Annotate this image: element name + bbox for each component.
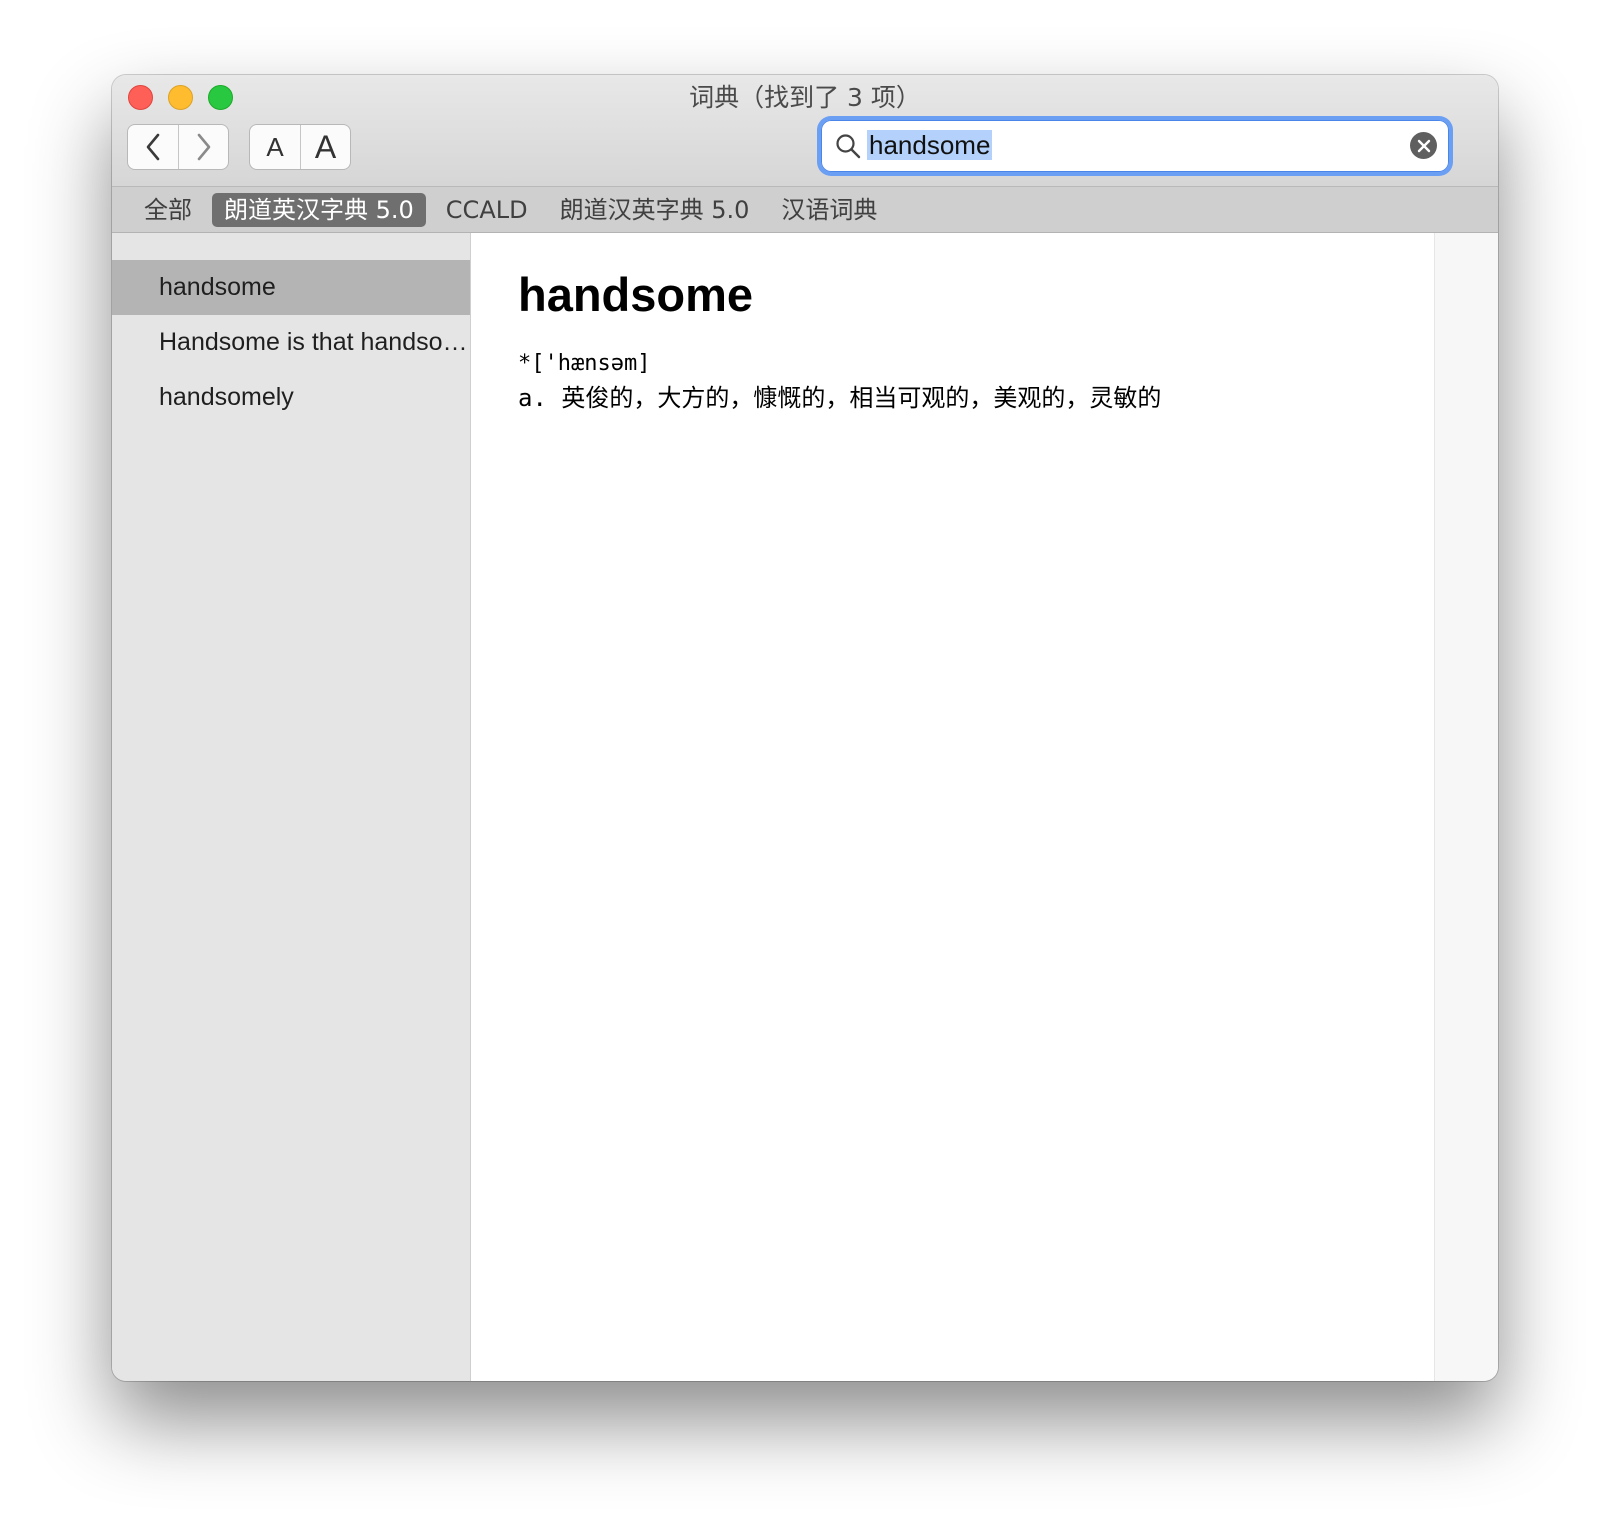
search-icon: [836, 134, 861, 159]
list-item[interactable]: handsomely: [112, 370, 470, 425]
search-field[interactable]: handsome: [821, 120, 1449, 172]
entry-phonetic: *['hænsəm]: [518, 351, 651, 376]
chevron-right-icon: [197, 133, 210, 161]
scroll-gutter[interactable]: [1434, 233, 1498, 1381]
entry-content: handsome *['hænsəm] a. 英俊的，大方的，慷慨的，相当可观的…: [471, 233, 1434, 1381]
entry-headword: handsome: [518, 268, 754, 321]
list-item[interactable]: handsome: [112, 260, 470, 315]
window-title: 词典（找到了 3 项）: [689, 83, 921, 112]
forward-button[interactable]: [178, 125, 228, 169]
titlebar: 词典（找到了 3 项） A A handsome: [112, 75, 1498, 187]
font-size-buttons: A A: [250, 125, 350, 169]
close-icon: [1417, 139, 1430, 152]
search-input[interactable]: handsome: [867, 128, 1397, 162]
entry-definition: a. 英俊的，大方的，慷慨的，相当可观的，美观的，灵敏的: [518, 384, 1162, 412]
tab-langdao-en-zh[interactable]: 朗道英汉字典 5.0: [212, 192, 426, 227]
navigation-buttons: [128, 125, 228, 169]
tab-ccald[interactable]: CCALD: [434, 193, 540, 227]
chevron-left-icon: [146, 133, 160, 161]
tab-chinese-dictionary[interactable]: 汉语词典: [769, 193, 889, 227]
tab-langdao-zh-en[interactable]: 朗道汉英字典 5.0: [548, 193, 762, 227]
list-item[interactable]: Handsome is that handsome does: [112, 315, 470, 370]
decrease-font-button[interactable]: A: [250, 125, 300, 169]
dictionary-window: 词典（找到了 3 项） A A handsome 全部 朗道英汉字典 5.0 C…: [112, 75, 1498, 1381]
increase-font-button[interactable]: A: [300, 125, 350, 169]
results-sidebar: handsome Handsome is that handsome does …: [112, 233, 471, 1381]
clear-search-button[interactable]: [1410, 132, 1437, 159]
search-input-selected-text: handsome: [867, 130, 993, 160]
back-button[interactable]: [128, 125, 178, 169]
tab-all[interactable]: 全部: [132, 193, 204, 227]
dictionary-tabs: 全部 朗道英汉字典 5.0 CCALD 朗道汉英字典 5.0 汉语词典: [112, 187, 1498, 233]
